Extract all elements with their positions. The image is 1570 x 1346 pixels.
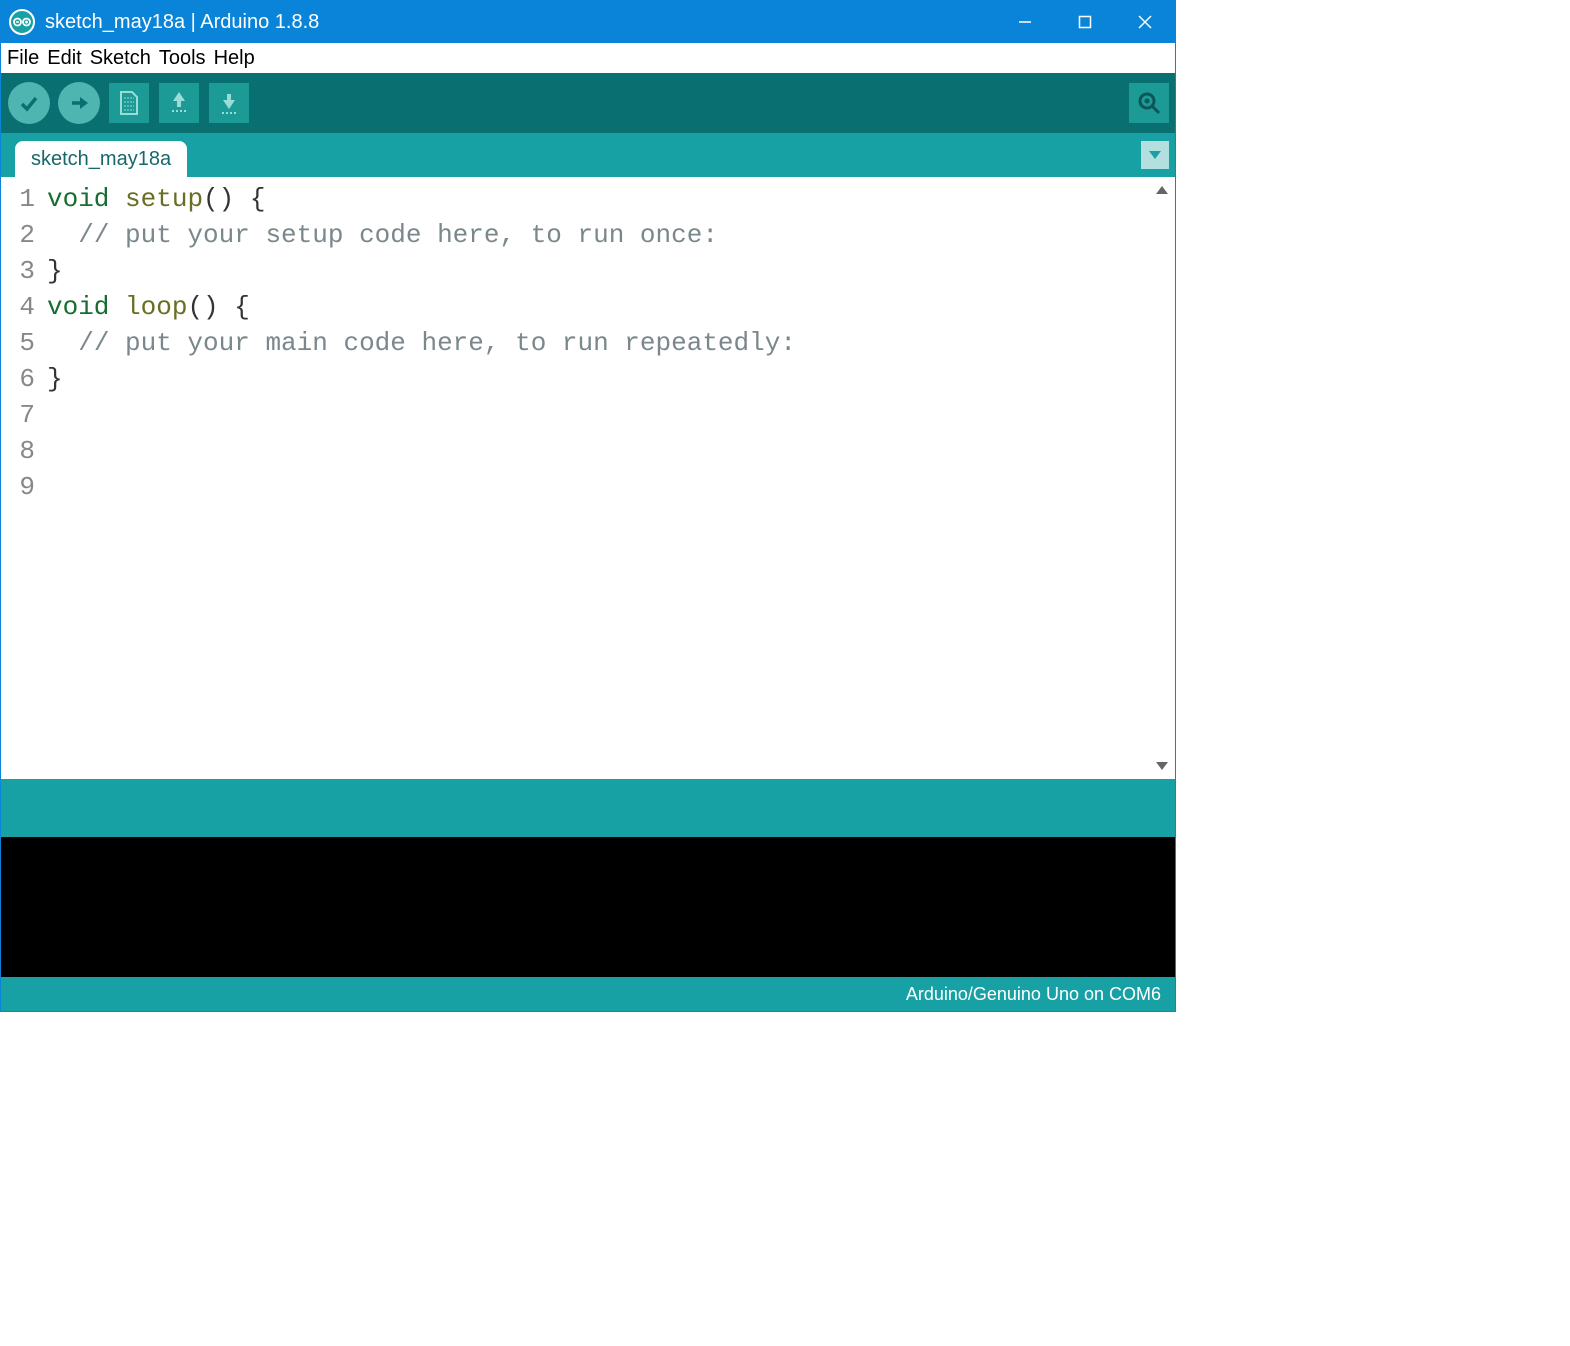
verify-button[interactable] xyxy=(7,81,51,125)
save-button[interactable] xyxy=(207,81,251,125)
menu-edit[interactable]: Edit xyxy=(45,47,83,70)
tabstrip: sketch_may18a xyxy=(1,133,1175,177)
tab-sketch[interactable]: sketch_may18a xyxy=(15,141,187,177)
serial-monitor-button[interactable] xyxy=(1129,83,1169,123)
minimize-button[interactable] xyxy=(995,1,1055,43)
board-port-label: Arduino/Genuino Uno on COM6 xyxy=(906,984,1161,1005)
code-editor[interactable]: 123456789 void setup() { // put your set… xyxy=(1,177,1175,779)
close-button[interactable] xyxy=(1115,1,1175,43)
line-gutter: 123456789 xyxy=(1,177,39,779)
upload-button[interactable] xyxy=(57,81,101,125)
output-console[interactable] xyxy=(1,837,1175,977)
new-button[interactable] xyxy=(107,81,151,125)
status-bar xyxy=(1,779,1175,837)
scroll-down-icon[interactable] xyxy=(1153,757,1171,775)
window-title: sketch_may18a | Arduino 1.8.8 xyxy=(45,11,995,34)
maximize-button[interactable] xyxy=(1055,1,1115,43)
arduino-logo-icon xyxy=(9,9,35,35)
menubar: File Edit Sketch Tools Help xyxy=(1,43,1175,73)
menu-help[interactable]: Help xyxy=(212,47,257,70)
open-button[interactable] xyxy=(157,81,201,125)
titlebar: sketch_may18a | Arduino 1.8.8 xyxy=(1,1,1175,43)
code-area[interactable]: void setup() { // put your setup code he… xyxy=(39,177,1175,779)
menu-file[interactable]: File xyxy=(5,47,41,70)
menu-tools[interactable]: Tools xyxy=(157,47,208,70)
menu-sketch[interactable]: Sketch xyxy=(88,47,153,70)
footer: Arduino/Genuino Uno on COM6 xyxy=(1,977,1175,1011)
tab-menu-button[interactable] xyxy=(1141,141,1169,169)
scroll-up-icon[interactable] xyxy=(1153,181,1171,199)
toolbar xyxy=(1,73,1175,133)
